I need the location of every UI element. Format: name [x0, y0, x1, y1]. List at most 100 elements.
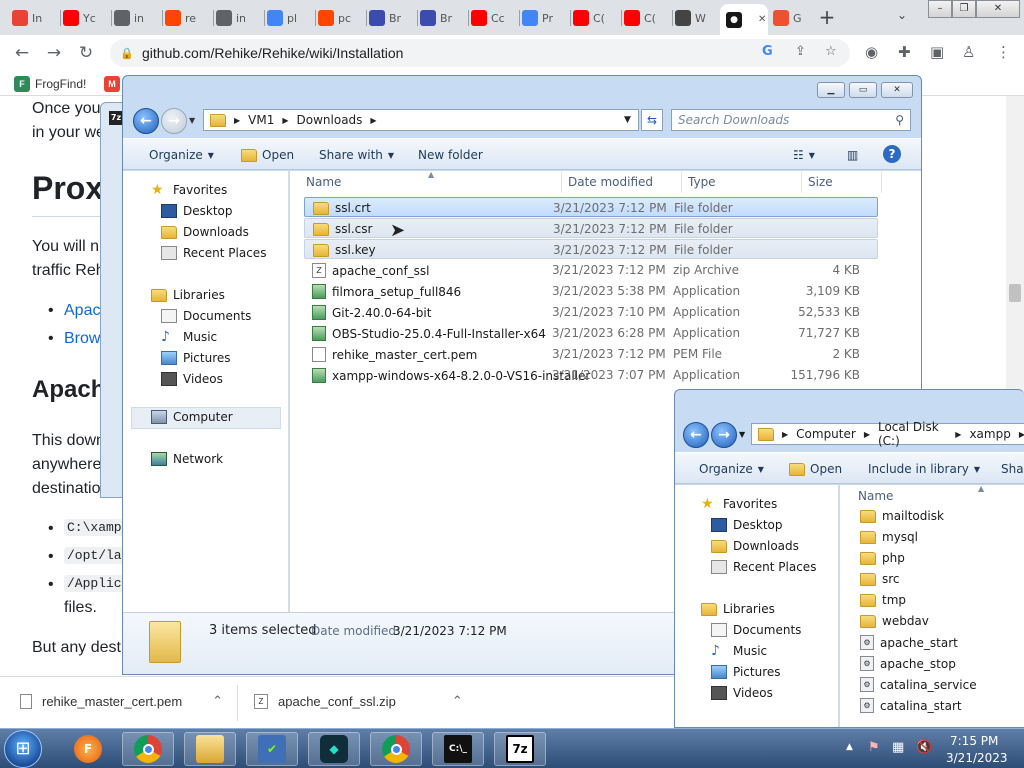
nav-libraries[interactable]: Libraries [151, 288, 225, 302]
taskbar-chrome[interactable] [122, 732, 174, 766]
breadcrumb-downloads[interactable]: Downloads [297, 113, 363, 127]
maximize-button[interactable]: ▭ [849, 82, 877, 98]
extension-circle-icon[interactable]: ◉ [865, 43, 878, 61]
taskbar-filmora[interactable]: ◆ [308, 732, 360, 766]
scrollbar-thumb[interactable] [1009, 284, 1021, 302]
browser-minimize-button[interactable]: – [928, 0, 952, 18]
nav-music[interactable]: ♪ Music [161, 330, 217, 344]
breadcrumb-vm1[interactable]: VM1 [248, 113, 274, 127]
browser-tab[interactable]: ● ✕ [720, 4, 768, 35]
nav-documents[interactable]: Documents [711, 623, 801, 637]
column-header-size[interactable]: Size [802, 171, 882, 193]
taskbar-checklist-app[interactable]: ✔ [246, 732, 298, 766]
file-row[interactable]: rehike_master_cert.pem 3/21/2023 7:12 PM P… [304, 344, 878, 364]
chevron-up-icon[interactable]: ⌃ [212, 693, 223, 709]
address-bar[interactable]: 🔒 github.com/Rehike/Rehike/wiki/Installa… [110, 39, 850, 67]
side-panel-icon[interactable]: ▣ [930, 43, 944, 61]
profile-avatar-icon[interactable]: ♙ [962, 43, 975, 61]
nav-pictures[interactable]: Pictures [161, 351, 231, 365]
open-button[interactable]: Open [789, 462, 842, 476]
windows-start-button[interactable]: ⊞ [4, 730, 42, 768]
explorer-window-xampp[interactable]: ← → ▼ ▶ Computer ▶ Local Disk (C:) ▶ xam… [674, 389, 1024, 728]
nav-downloads[interactable]: Downloads [711, 539, 799, 553]
nav-music[interactable]: ♪ Music [711, 644, 767, 658]
bookmark-gmail[interactable]: M [104, 76, 120, 92]
recent-pages-chevron-icon[interactable]: ▼ [189, 116, 195, 125]
browser-tab[interactable]: C( [573, 6, 623, 30]
file-row[interactable]: ssl.key 3/21/2023 7:12 PM File folder [304, 239, 878, 259]
help-icon[interactable]: ? [883, 145, 901, 163]
minimize-button[interactable]: ▁ [817, 82, 845, 98]
bookmark-frogfind[interactable]: F FrogFind! [14, 76, 86, 92]
browser-tab[interactable]: W [675, 6, 723, 30]
forward-button[interactable]: → [44, 43, 64, 63]
organize-button[interactable]: Organize ▼ [699, 462, 764, 476]
tray-overflow-icon[interactable]: ▲ [846, 742, 853, 752]
file-row[interactable]: OBS-Studio-25.0.4-Full-Installer-x64 3/21… [304, 323, 878, 343]
breadcrumb-computer[interactable]: Computer [796, 427, 856, 441]
address-dropdown-icon[interactable]: ▼ [624, 115, 631, 125]
browser-tab[interactable]: Br [420, 6, 470, 30]
tab-search-button[interactable]: ⌄ [897, 8, 907, 22]
taskbar-firefox[interactable]: F [62, 732, 114, 766]
file-row[interactable]: mailtodisk [860, 509, 944, 523]
browser-tab[interactable]: pc [318, 6, 368, 30]
google-translate-icon[interactable]: G [762, 44, 773, 59]
include-in-library-button[interactable]: Include in library ▼ [868, 462, 980, 476]
share-with-button[interactable]: Share with ▼ [319, 148, 394, 162]
back-button[interactable]: ← [12, 43, 32, 63]
column-header-date[interactable]: Date modified [562, 171, 682, 193]
browser-menu-icon[interactable]: ⋮ [996, 43, 1011, 61]
extensions-puzzle-icon[interactable]: ✚ [898, 43, 911, 61]
file-row[interactable]: filmora_setup_full846 3/21/2023 5:38 PM Ap… [304, 281, 878, 301]
nav-recent-places[interactable]: Recent Places [161, 246, 266, 260]
address-breadcrumb[interactable]: ▶ Computer ▶ Local Disk (C:) ▶ xampp ▶ [751, 420, 1024, 448]
recent-pages-chevron-icon[interactable]: ▼ [739, 430, 745, 439]
browser-tab[interactable]: pl [267, 6, 317, 30]
nav-documents[interactable]: Documents [161, 309, 251, 323]
file-row[interactable]: xampp-windows-x64-8.2.0-0-VS16-installer… [304, 365, 878, 385]
browser-tab[interactable]: in [114, 6, 164, 30]
browser-close-button[interactable]: ✕ [976, 0, 1020, 18]
open-button[interactable]: Open [241, 148, 294, 162]
nav-favorites[interactable]: ★ Favorites [151, 183, 227, 197]
file-row[interactable]: php [860, 551, 905, 565]
nav-favorites[interactable]: ★ Favorites [701, 497, 777, 511]
nav-recent-places[interactable]: Recent Places [711, 560, 816, 574]
file-row[interactable]: ⚙ apache_start [860, 635, 958, 650]
nav-libraries[interactable]: Libraries [701, 602, 775, 616]
search-box[interactable]: Search Downloads ⚲ [671, 109, 911, 131]
browser-tab[interactable]: In [12, 6, 62, 30]
column-header-type[interactable]: Type [682, 171, 802, 193]
address-breadcrumb[interactable]: ▶ VM1 ▶ Downloads ▶ ▼ [203, 109, 639, 131]
browser-tab[interactable]: C( [624, 6, 674, 30]
nav-desktop[interactable]: Desktop [711, 518, 783, 532]
preview-pane-icon[interactable]: ▥ [847, 148, 858, 162]
volume-muted-icon[interactable]: 🔇 [916, 740, 932, 755]
link-apache[interactable]: Apac [64, 302, 100, 320]
file-row[interactable]: src [860, 572, 900, 586]
view-options-button[interactable]: ☷ ▼ [793, 148, 815, 162]
share-with-button[interactable]: Shar [1001, 462, 1024, 476]
action-center-icon[interactable]: ⚑ [868, 740, 880, 755]
close-button[interactable]: ✕ [881, 82, 913, 98]
file-row[interactable]: ssl.crt 3/21/2023 7:12 PM File folder [304, 197, 878, 217]
network-status-icon[interactable]: ▦ [892, 740, 904, 755]
organize-button[interactable]: Organize ▼ [149, 148, 214, 162]
share-icon[interactable]: ⇪ [795, 44, 806, 59]
breadcrumb-local-disk[interactable]: Local Disk (C:) [878, 420, 947, 448]
nav-network[interactable]: Network [151, 452, 223, 466]
forward-arrow-icon[interactable]: → [711, 422, 737, 448]
browser-tab[interactable]: Yc [63, 6, 113, 30]
close-tab-icon[interactable]: ✕ [758, 14, 766, 25]
file-row[interactable]: Git-2.40.0-64-bit 3/21/2023 7:10 PM Applic… [304, 302, 878, 322]
file-row[interactable]: mysql [860, 530, 918, 544]
clock-date[interactable]: 3/21/2023 [946, 751, 1008, 765]
taskbar-explorer[interactable] [184, 732, 236, 766]
clock-time[interactable]: 7:15 PM [950, 734, 998, 748]
new-folder-button[interactable]: New folder [418, 148, 483, 162]
taskbar-7zip[interactable]: 7z [494, 732, 546, 766]
browser-tab[interactable]: re [165, 6, 215, 30]
nav-pictures[interactable]: Pictures [711, 665, 781, 679]
refresh-icon[interactable]: ⇆ [641, 109, 663, 131]
